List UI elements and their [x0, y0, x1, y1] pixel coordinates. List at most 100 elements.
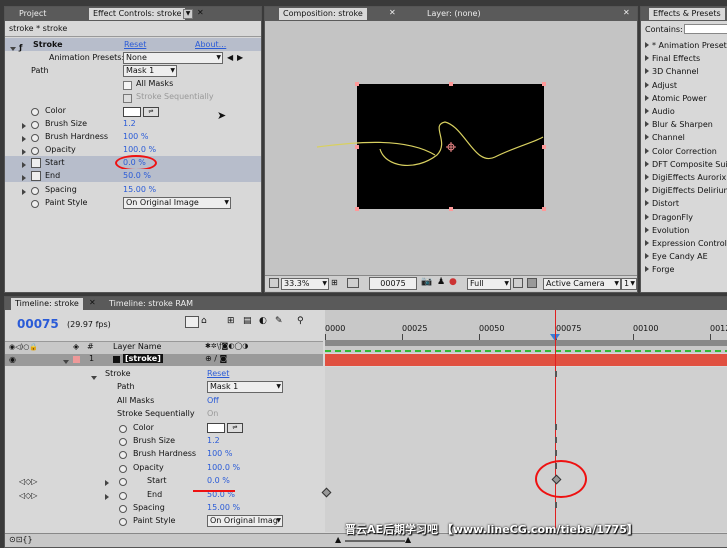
animation-presets-dropdown[interactable]: None	[123, 52, 223, 64]
expand-icon[interactable]	[645, 147, 649, 154]
color-swatch[interactable]	[207, 422, 225, 435]
tab-project[interactable]: Project	[15, 8, 50, 20]
tab-effects-presets[interactable]: Effects & Presets	[649, 8, 725, 20]
expand-icon[interactable]	[645, 213, 649, 220]
expand-icon[interactable]	[645, 42, 649, 48]
expand-icon[interactable]	[645, 81, 649, 88]
paint-style-dropdown[interactable]: On Original Image	[123, 197, 231, 209]
tab-timeline-stroke[interactable]: Timeline: stroke	[11, 298, 83, 310]
frame-blend-icon[interactable]: ▤	[243, 316, 252, 326]
effect-header-row[interactable]: ƒ Stroke Reset About...	[5, 38, 261, 52]
timeline-property-value[interactable]: 0.0 %	[207, 474, 230, 487]
graph-editor-icon[interactable]: ✎	[275, 316, 283, 326]
effect-category-item[interactable]: DigiEffects Aurorix 2	[645, 171, 727, 184]
zoom-slider[interactable]	[345, 540, 405, 542]
reset-link[interactable]: Reset	[124, 38, 146, 51]
timeline-property-row[interactable]: Brush Hardness 100 %	[5, 447, 323, 460]
effect-category-item[interactable]: Final Effects	[645, 52, 700, 65]
channel-icon[interactable]: ●	[449, 277, 457, 287]
timeline-property-value[interactable]: 100.0 %	[207, 461, 240, 474]
timeline-property-row[interactable]: All Masks Off	[5, 394, 323, 407]
expand-icon[interactable]	[645, 240, 649, 246]
effect-category-item[interactable]: Distort	[645, 197, 679, 210]
camera-dropdown[interactable]: Active Camera	[543, 278, 621, 290]
expand-icon[interactable]	[645, 108, 649, 114]
safe-zones-icon[interactable]	[347, 278, 359, 288]
effect-category-item[interactable]: Audio	[645, 105, 675, 118]
expand-icon[interactable]	[645, 200, 649, 207]
views-dropdown[interactable]: 1	[621, 278, 637, 290]
effect-category-item[interactable]: DFT Composite Suite	[645, 158, 727, 171]
effect-category-item[interactable]: 3D Channel	[645, 65, 699, 78]
timeline-property-value[interactable]: 100 %	[207, 447, 232, 460]
effect-category-item[interactable]: Color Correction	[645, 145, 717, 158]
stopwatch-icon[interactable]	[31, 199, 39, 212]
zoom-out-icon[interactable]: ▲	[335, 535, 341, 544]
timeline-property-row[interactable]: Opacity 100.0 %	[5, 461, 323, 474]
stopwatch-active-icon[interactable]	[31, 158, 41, 168]
timeline-property-row[interactable]: Brush Size 1.2	[5, 434, 323, 447]
opacity-value[interactable]: 100.0 %	[123, 143, 156, 156]
brush-size-value[interactable]: 1.2	[123, 117, 136, 130]
timeline-property-value[interactable]: On	[207, 407, 218, 420]
timeline-property-dropdown[interactable]: Mask 1	[207, 381, 283, 394]
timeline-property-value[interactable]: Off	[207, 394, 219, 407]
timeline-property-row[interactable]: Spacing 15.00 %	[5, 501, 323, 514]
close-icon[interactable]: ✕	[197, 8, 204, 17]
path-dropdown[interactable]: Mask 1	[123, 65, 177, 77]
preset-prev-icon[interactable]: ◀	[227, 51, 233, 64]
motion-blur-icon[interactable]: ◐	[259, 316, 267, 326]
expand-icon[interactable]	[645, 121, 649, 128]
preset-next-icon[interactable]: ▶	[237, 51, 243, 64]
current-time-indicator[interactable]	[555, 310, 556, 532]
eyedropper-icon[interactable]: ⇌	[227, 422, 243, 435]
expand-icon[interactable]	[645, 134, 649, 141]
timeline-property-row[interactable]: Paint Style On Original Imag	[5, 514, 323, 530]
grid-icon[interactable]: ⊞	[331, 278, 338, 287]
timeline-property-dropdown[interactable]: On Original Imag	[207, 515, 283, 528]
always-preview-icon[interactable]	[269, 278, 279, 288]
show-snapshot-icon[interactable]: ♟	[437, 277, 445, 287]
timeline-property-row[interactable]: ◁◇▷ Start 0.0 %	[5, 474, 323, 487]
expand-icon[interactable]	[645, 187, 649, 194]
footer-icons[interactable]: ⊙⊡{}	[9, 535, 33, 544]
expand-icon[interactable]	[645, 94, 649, 101]
expand-icon[interactable]	[645, 174, 649, 180]
effect-category-item[interactable]: Evolution	[645, 224, 689, 237]
end-value[interactable]: 50.0 %	[123, 169, 151, 182]
about-link[interactable]: About...	[195, 38, 226, 51]
transparency-grid-icon[interactable]	[527, 278, 537, 288]
spacing-value[interactable]: 15.00 %	[123, 183, 156, 196]
brainstorm-icon[interactable]: ⚲	[297, 316, 304, 326]
contains-search-input[interactable]	[684, 24, 727, 34]
layer-track-bar[interactable]	[325, 354, 727, 366]
timeline-property-row[interactable]: Stroke Reset	[5, 367, 323, 380]
tab-timeline-stroke-ram[interactable]: Timeline: stroke RAM	[105, 298, 197, 310]
close-icon[interactable]: ✕	[89, 298, 96, 307]
effect-category-item[interactable]: Adjust	[645, 79, 677, 92]
keyframe-nav-icon[interactable]: ◁◇▷	[19, 489, 37, 502]
label-color-swatch[interactable]	[73, 356, 80, 363]
expand-icon[interactable]	[645, 160, 649, 167]
effect-category-item[interactable]: Blur & Sharpen	[645, 118, 713, 131]
expand-down-icon[interactable]	[63, 357, 69, 366]
timeline-property-value[interactable]: 15.00 %	[207, 501, 240, 514]
snapshot-icon[interactable]: 📷	[421, 277, 432, 287]
effect-category-item[interactable]: Eye Candy AE	[645, 250, 708, 263]
effect-category-item[interactable]: DragonFly	[645, 211, 693, 224]
layer-row[interactable]: ◉ 1 [stroke] ⊕ / ◙	[5, 354, 323, 366]
timeline-property-row[interactable]: ◁◇▷ End 50.0 %	[5, 488, 323, 501]
stopwatch-icon[interactable]	[119, 517, 127, 530]
track-area[interactable]	[321, 310, 727, 532]
expand-icon[interactable]	[645, 226, 649, 233]
effect-category-item[interactable]: Atomic Power	[645, 92, 707, 105]
stopwatch-active-icon[interactable]	[31, 171, 41, 181]
timeline-property-row[interactable]: Path Mask 1	[5, 380, 323, 394]
comp-button-icon[interactable]	[185, 316, 199, 328]
tab-effect-controls[interactable]: Effect Controls: stroke	[89, 8, 186, 20]
timeline-property-row[interactable]: Stroke Sequentially On	[5, 407, 323, 420]
layer-name[interactable]: [stroke]	[123, 354, 163, 363]
brush-hardness-value[interactable]: 100 %	[123, 130, 148, 143]
zoom-dropdown[interactable]: 33.3%	[281, 278, 329, 290]
time-ruler[interactable]: 0000 00025 00050 00075 00100 00125	[325, 310, 727, 353]
